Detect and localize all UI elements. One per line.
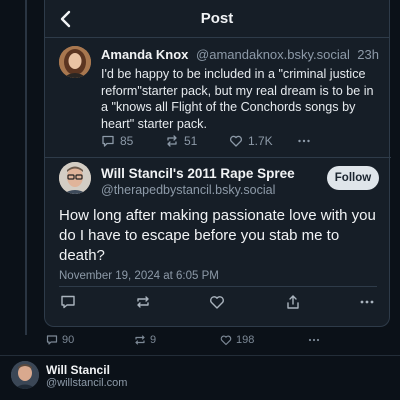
repost-button[interactable]: 51 [165, 134, 197, 148]
repost-arrows-icon [135, 335, 145, 345]
author-handle[interactable]: @willstancil.com [46, 377, 127, 389]
more-options-button[interactable] [359, 294, 377, 312]
like-count: 1.7K [248, 134, 273, 148]
avatar-image [59, 162, 91, 194]
main-post-actions [45, 294, 391, 312]
speech-bubble-icon [102, 135, 114, 147]
post-header: Post [45, 0, 389, 38]
repost-count: 9 [150, 334, 157, 346]
more-options-button[interactable] [308, 334, 320, 346]
repost-arrows-icon [137, 296, 149, 308]
share-button[interactable] [285, 294, 303, 312]
author-name[interactable]: Amanda Knox [101, 47, 188, 62]
header-title: Post [200, 10, 234, 27]
avatar-image [11, 361, 39, 389]
heart-icon [210, 296, 224, 309]
reply-count: 90 [62, 334, 75, 346]
repost-arrows-icon [167, 135, 177, 147]
like-button[interactable] [209, 294, 227, 312]
quoted-post-meta: Amanda Knox @amandaknox.bsky.social 23h [101, 47, 379, 62]
divider [59, 286, 377, 287]
post-time[interactable]: 23h [357, 47, 379, 62]
divider [0, 355, 400, 356]
heart-icon [230, 135, 242, 147]
heart-icon [220, 335, 232, 346]
main-post-text: How long after making passionate love wi… [59, 207, 376, 264]
share-upload-icon [287, 295, 299, 309]
speech-bubble-icon [46, 335, 58, 345]
like-count: 198 [236, 334, 255, 346]
quoted-post-text: I'd be happy to be included in a "crimin… [101, 67, 374, 131]
quoted-post-actions: 85 51 1.7K [101, 134, 379, 150]
post-embed-card[interactable]: Post Amanda Knox @amandaknox.bsky.social… [44, 0, 391, 327]
reply-count: 85 [120, 134, 134, 148]
author-handle[interactable]: @therapedbystancil.bsky.social [101, 183, 275, 197]
like-button[interactable]: 198 [220, 334, 254, 346]
avatar[interactable] [59, 162, 91, 194]
avatar[interactable] [59, 46, 91, 78]
post-date[interactable]: November 19, 2024 at 6:05 PM [59, 270, 219, 282]
speech-bubble-icon [61, 295, 75, 309]
more-options-button[interactable] [297, 134, 311, 148]
avatar-image [59, 46, 91, 78]
author-name[interactable]: Will Stancil [46, 363, 110, 377]
reply-button[interactable] [60, 294, 78, 312]
follow-button[interactable]: Follow [327, 166, 379, 190]
outer-post-actions: 90 9 198 [46, 334, 386, 348]
reply-button[interactable]: 85 [101, 134, 133, 148]
main-post-author: Will Stancil's 2011 Rape Spree @theraped… [45, 158, 391, 200]
repost-button[interactable]: 9 [134, 334, 156, 346]
like-button[interactable]: 1.7K [229, 134, 273, 148]
more-dots-icon [360, 300, 374, 304]
avatar[interactable] [11, 361, 39, 389]
author-handle[interactable]: @amandaknox.bsky.social [196, 47, 350, 62]
reply-button[interactable]: 90 [46, 334, 74, 346]
thread-line [25, 0, 27, 335]
quoted-post[interactable]: Amanda Knox @amandaknox.bsky.social 23h … [45, 38, 391, 158]
author-name[interactable]: Will Stancil's 2011 Rape Spree [101, 166, 295, 181]
more-dots-icon [308, 338, 320, 342]
repost-count: 51 [184, 134, 198, 148]
repost-button[interactable] [135, 294, 153, 312]
more-dots-icon [298, 139, 310, 143]
